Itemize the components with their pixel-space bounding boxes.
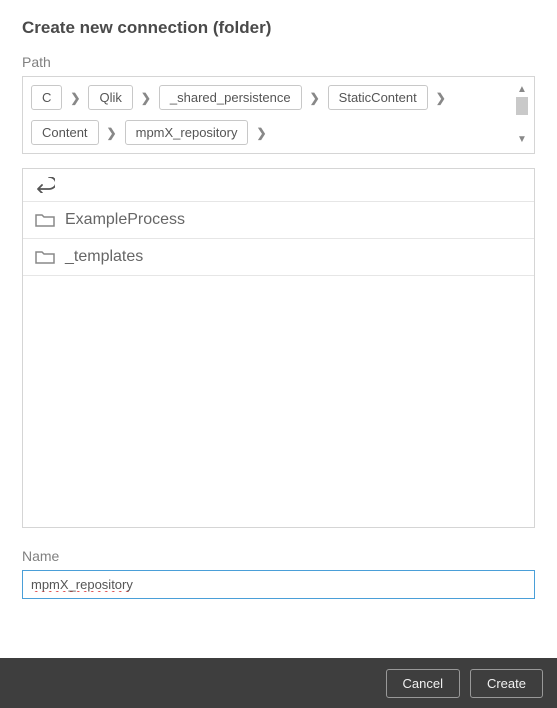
path-crumb[interactable]: Content xyxy=(31,120,99,145)
path-scrollbar[interactable]: ▲ ▼ xyxy=(514,85,530,145)
folder-item[interactable]: ExampleProcess xyxy=(23,202,534,239)
name-input[interactable] xyxy=(22,570,535,599)
back-button[interactable] xyxy=(23,169,534,202)
chevron-right-icon: ❯ xyxy=(308,91,322,105)
back-arrow-icon xyxy=(35,177,55,193)
chevron-right-icon: ❯ xyxy=(434,91,448,105)
scroll-down-icon[interactable]: ▼ xyxy=(517,135,527,145)
path-crumb[interactable]: mpmX_repository xyxy=(125,120,249,145)
path-crumb[interactable]: Qlik xyxy=(88,85,132,110)
create-connection-dialog: Create new connection (folder) Path C ❯ … xyxy=(0,0,557,599)
create-button[interactable]: Create xyxy=(470,669,543,698)
chevron-right-icon: ❯ xyxy=(139,91,153,105)
cancel-button[interactable]: Cancel xyxy=(386,669,460,698)
name-label: Name xyxy=(22,548,535,564)
path-crumb[interactable]: _shared_persistence xyxy=(159,85,302,110)
chevron-right-icon: ❯ xyxy=(254,126,268,140)
folder-name: ExampleProcess xyxy=(65,211,185,229)
name-section: Name xyxy=(22,548,535,599)
folder-name: _templates xyxy=(65,248,143,266)
dialog-footer: Cancel Create xyxy=(0,658,557,708)
folder-icon xyxy=(35,249,55,265)
chevron-right-icon: ❯ xyxy=(68,91,82,105)
path-breadcrumb-box: C ❯ Qlik ❯ _shared_persistence ❯ StaticC… xyxy=(22,76,535,154)
folder-item[interactable]: _templates xyxy=(23,239,534,276)
scroll-up-icon[interactable]: ▲ xyxy=(517,85,527,95)
path-crumb[interactable]: StaticContent xyxy=(328,85,428,110)
scroll-thumb[interactable] xyxy=(516,97,528,115)
chevron-right-icon: ❯ xyxy=(105,126,119,140)
folder-list: ExampleProcess _templates xyxy=(22,168,535,528)
path-breadcrumbs: C ❯ Qlik ❯ _shared_persistence ❯ StaticC… xyxy=(31,85,510,145)
dialog-title: Create new connection (folder) xyxy=(22,18,535,38)
path-label: Path xyxy=(22,54,535,70)
path-crumb[interactable]: C xyxy=(31,85,62,110)
folder-icon xyxy=(35,212,55,228)
